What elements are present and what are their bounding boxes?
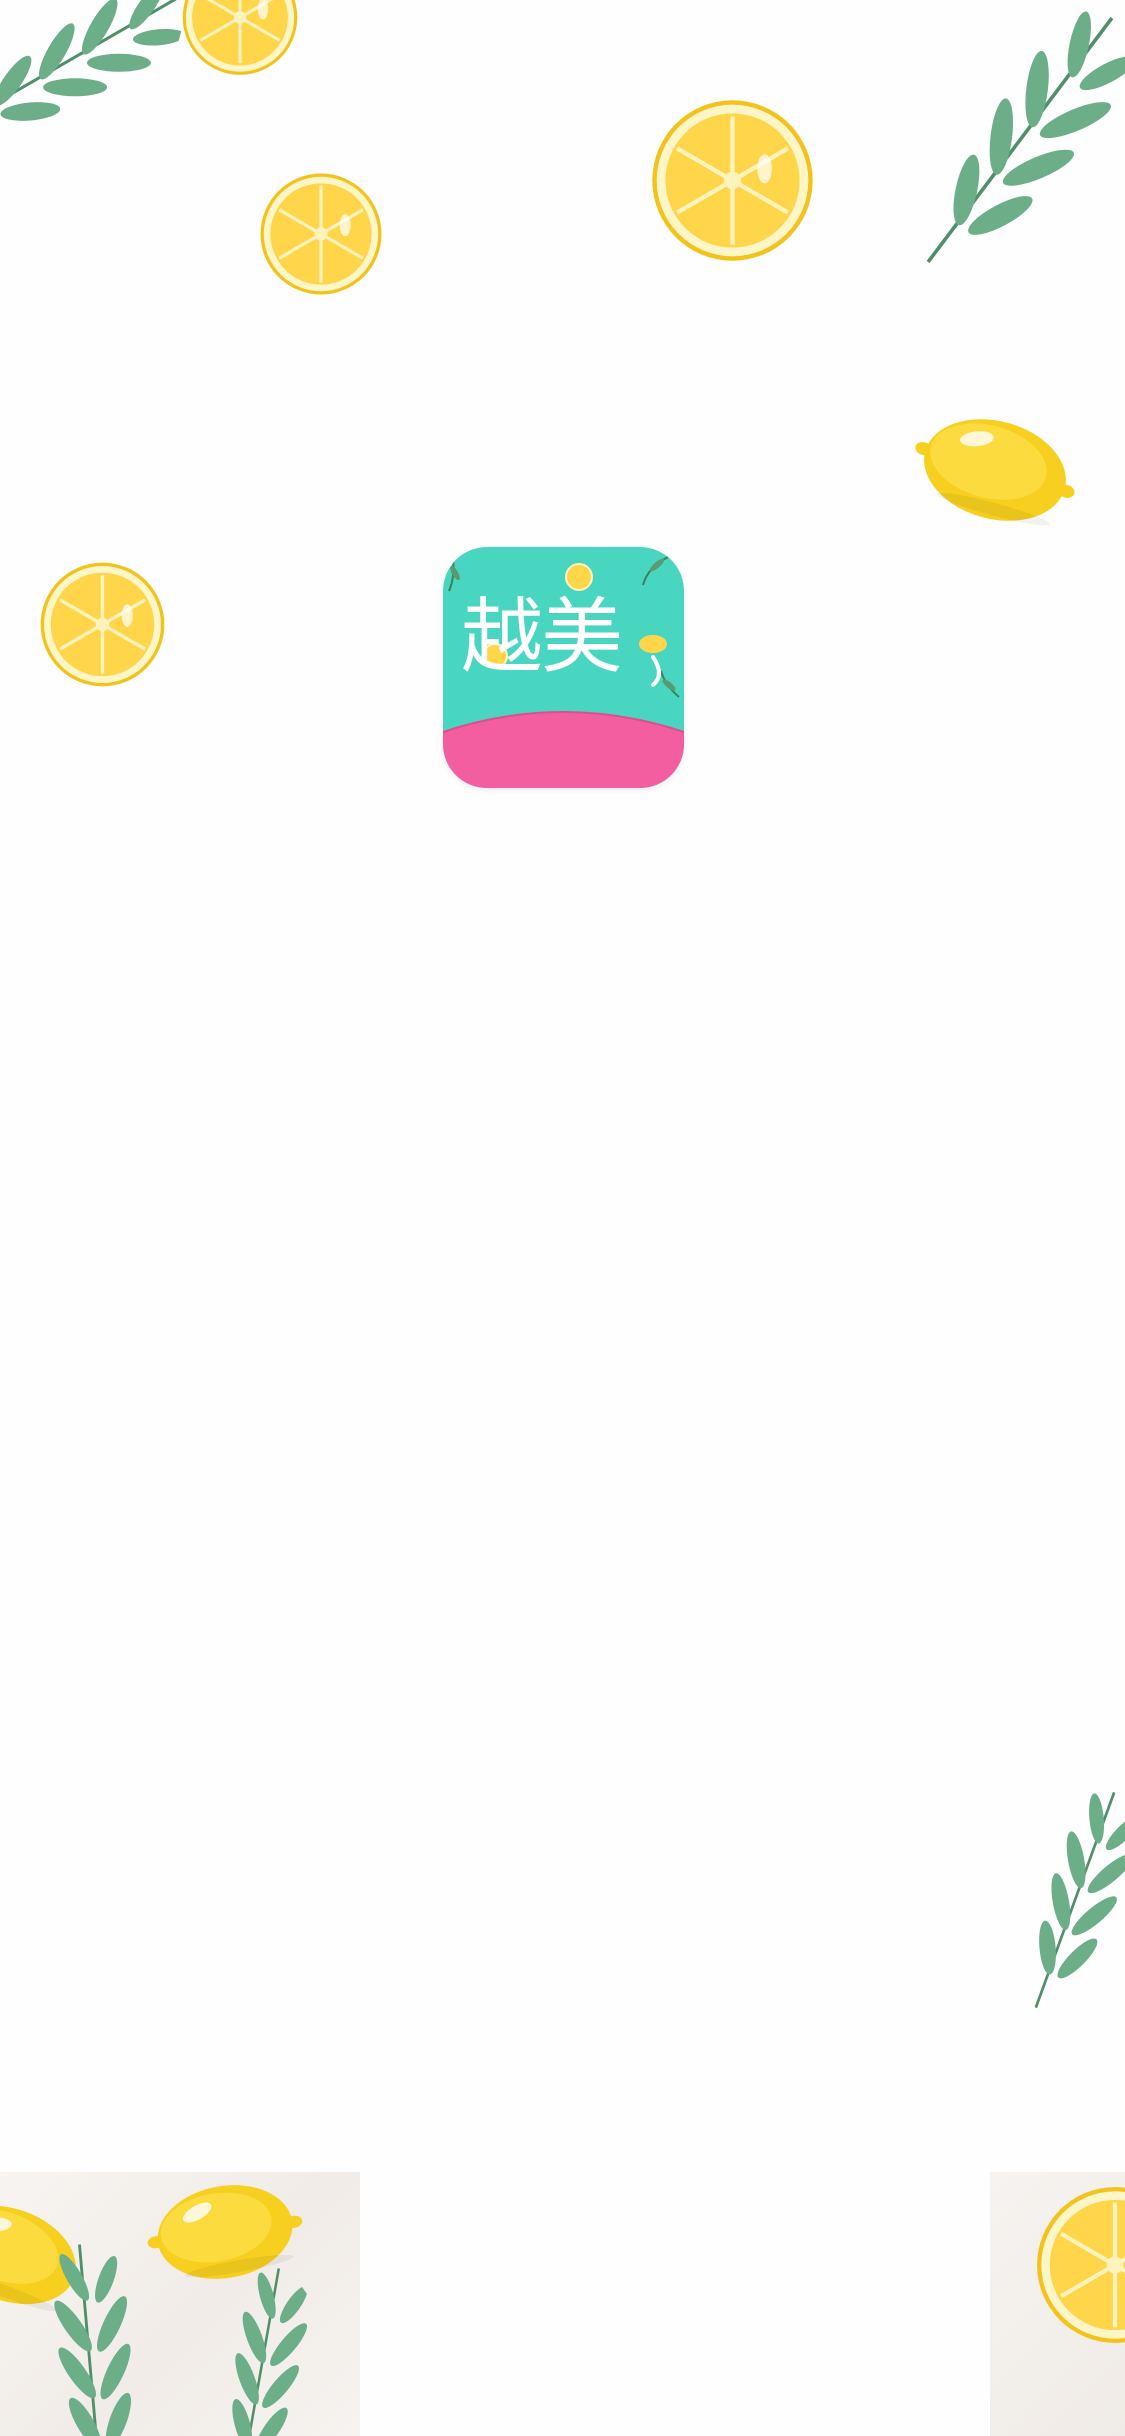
lemon-slice-icon — [35, 557, 170, 692]
lemon-slice-icon — [255, 168, 387, 300]
lemon-slice-icon — [1030, 2180, 1125, 2350]
leaf-branch-icon — [951, 1771, 1125, 2028]
whole-lemon-icon — [893, 376, 1096, 565]
splash-screen: 越美 — [0, 0, 1125, 2436]
lemon-slice-icon — [155, 0, 325, 80]
app-logo: 越美 — [443, 547, 684, 788]
leaf-branch-icon — [884, 4, 1125, 275]
whole-lemon-icon — [639, 635, 667, 653]
lemon-slice-icon — [645, 93, 820, 268]
app-name-text: 越美 — [461, 590, 621, 685]
